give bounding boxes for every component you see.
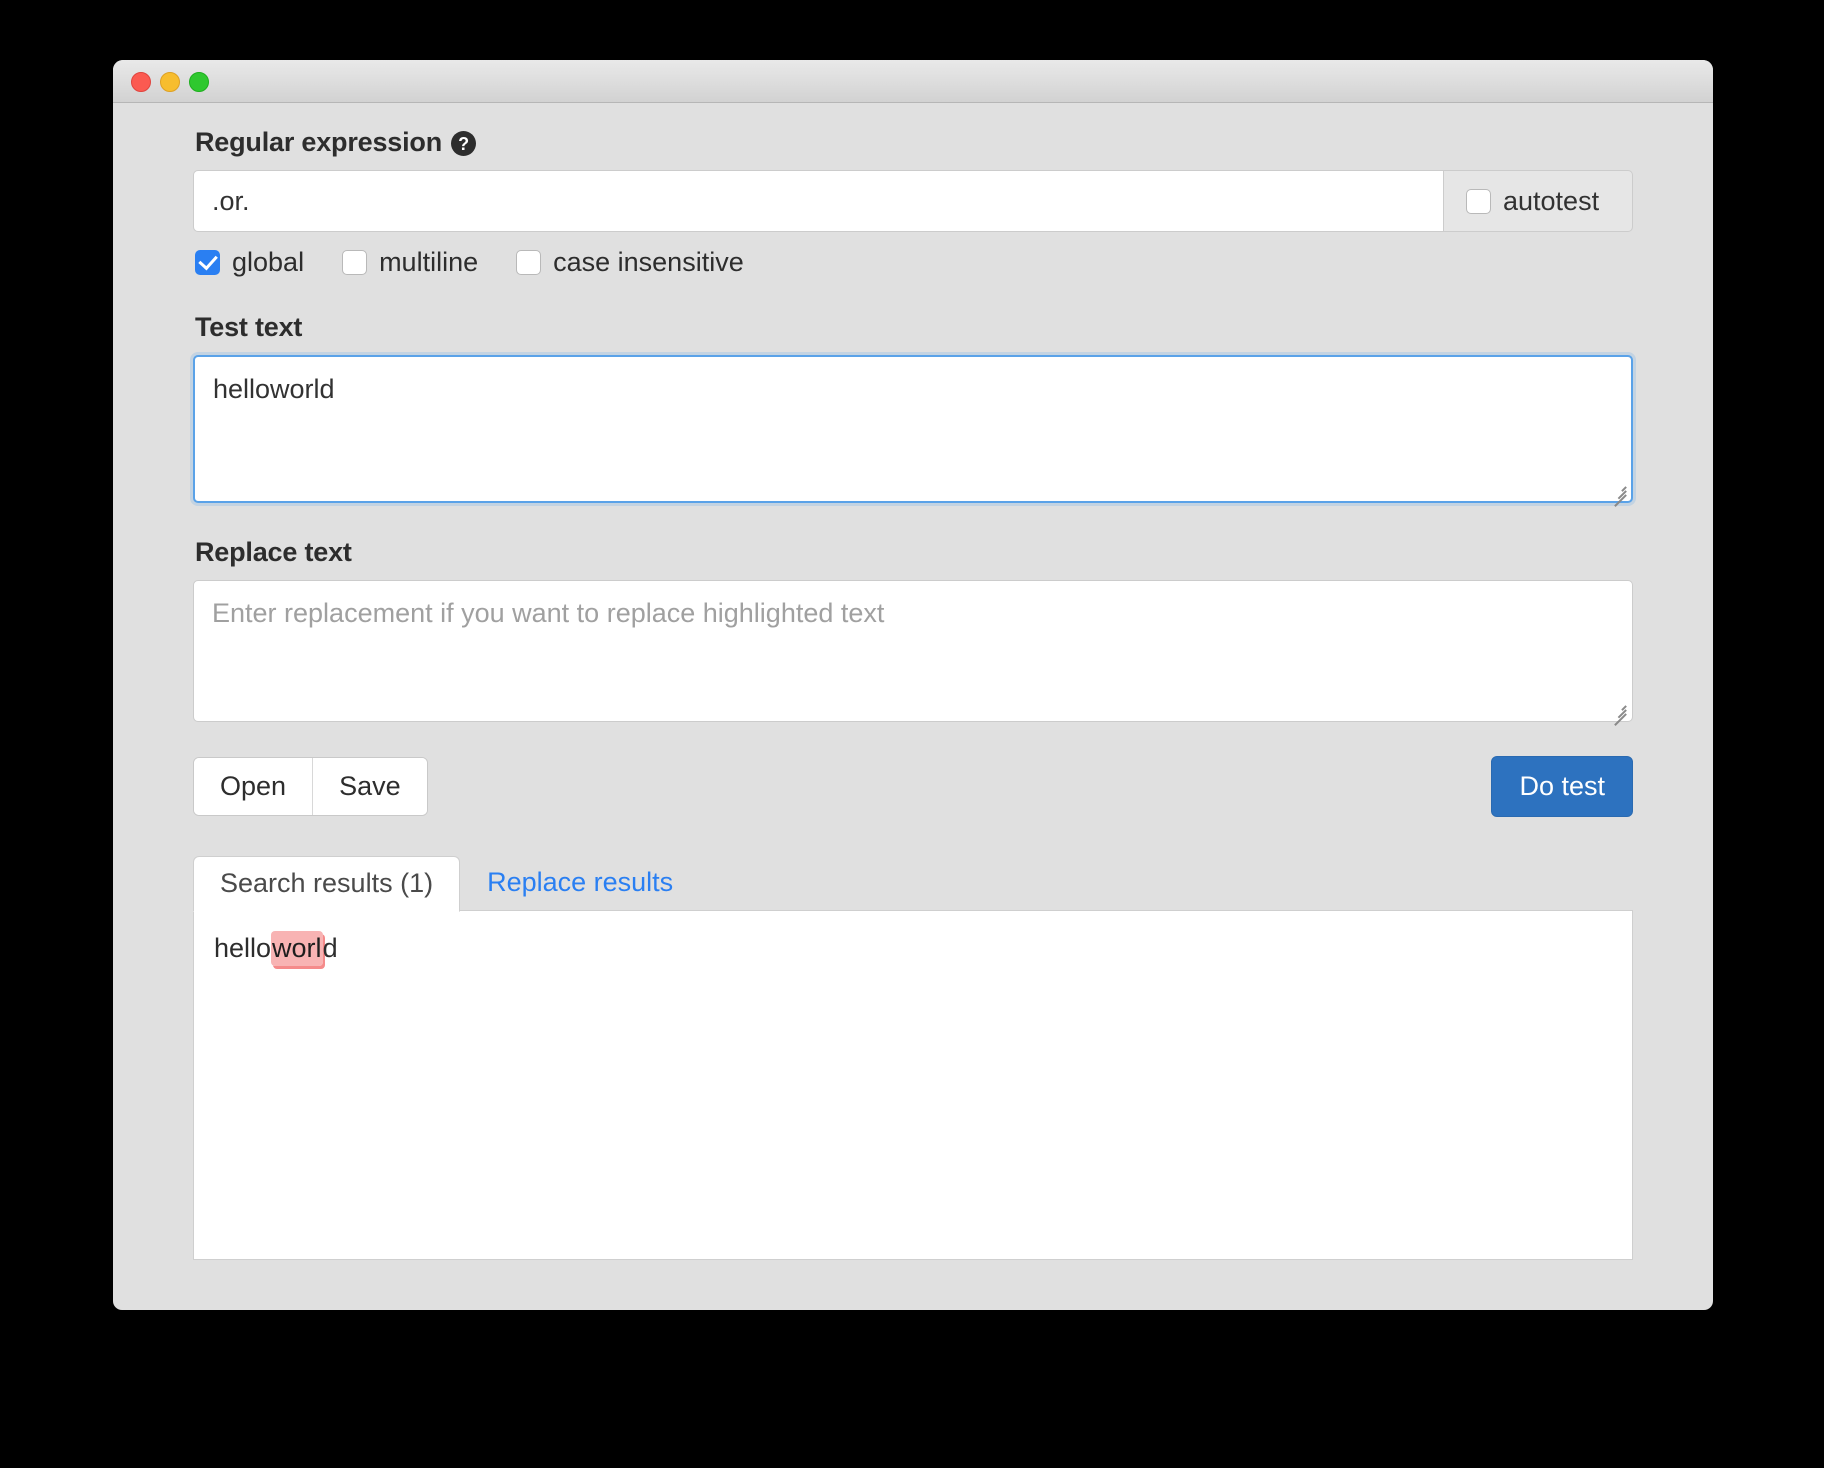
replace-text-label-text: Replace text	[195, 537, 352, 568]
file-button-group: Open Save	[193, 757, 428, 816]
result-suffix: d	[323, 933, 338, 963]
minimize-window-button[interactable]	[160, 72, 180, 92]
question-mark-icon[interactable]: ?	[451, 131, 476, 156]
tab-replace-results[interactable]: Replace results	[460, 855, 700, 911]
autotest-label: autotest	[1503, 186, 1599, 217]
multiline-label: multiline	[379, 247, 478, 278]
global-label: global	[232, 247, 304, 278]
autotest-checkbox[interactable]	[1466, 189, 1491, 214]
regex-input[interactable]	[193, 170, 1443, 232]
replace-text-label: Replace text	[195, 537, 1633, 568]
test-text-input[interactable]	[193, 355, 1633, 503]
regular-expression-label: Regular expression ?	[195, 127, 1633, 158]
test-text-label-text: Test text	[195, 312, 302, 343]
replace-text-input[interactable]	[193, 580, 1633, 722]
zoom-window-button[interactable]	[189, 72, 209, 92]
do-test-button[interactable]: Do test	[1491, 756, 1633, 817]
tab-search-results[interactable]: Search results (1)	[193, 856, 460, 912]
flag-multiline[interactable]: multiline	[342, 247, 478, 278]
results-tabs: Search results (1) Replace results	[193, 853, 1633, 911]
open-button[interactable]: Open	[194, 758, 313, 815]
test-text-label: Test text	[195, 312, 1633, 343]
close-window-button[interactable]	[131, 72, 151, 92]
flag-global[interactable]: global	[195, 247, 304, 278]
action-buttons-row: Open Save Do test	[193, 756, 1633, 817]
search-results-panel: helloworld	[193, 910, 1633, 1260]
autotest-toggle[interactable]: autotest	[1443, 170, 1633, 232]
result-line: helloworld	[214, 933, 1612, 964]
multiline-checkbox[interactable]	[342, 250, 367, 275]
app-window: Regular expression ? autotest global mul…	[113, 60, 1713, 1310]
case-insensitive-checkbox[interactable]	[516, 250, 541, 275]
save-button[interactable]: Save	[313, 758, 427, 815]
result-match-highlight: worl	[271, 931, 323, 966]
regular-expression-label-text: Regular expression	[195, 127, 442, 158]
traffic-lights	[131, 72, 209, 92]
window-titlebar	[113, 60, 1713, 103]
regex-input-row: autotest	[193, 170, 1633, 232]
test-text-wrap	[193, 355, 1633, 503]
result-prefix: hello	[214, 933, 271, 963]
case-insensitive-label: case insensitive	[553, 247, 744, 278]
regex-flags-row: global multiline case insensitive	[195, 247, 1633, 278]
flag-case-insensitive[interactable]: case insensitive	[516, 247, 744, 278]
global-checkbox[interactable]	[195, 250, 220, 275]
window-content: Regular expression ? autotest global mul…	[113, 103, 1713, 1310]
replace-text-wrap	[193, 580, 1633, 722]
